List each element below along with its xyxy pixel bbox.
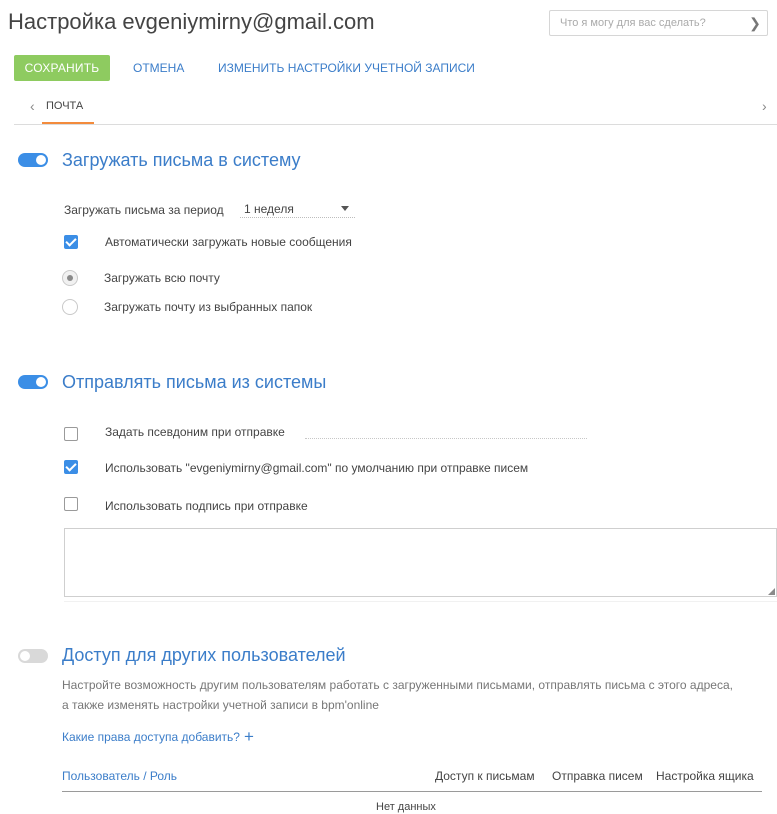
command-search[interactable]: ❯ — [549, 10, 768, 36]
default-sender-label: Использовать "evgeniymirny@gmail.com" по… — [105, 461, 529, 475]
signature-editor[interactable] — [64, 528, 777, 597]
access-section-title: Доступ для других пользователей — [62, 645, 346, 665]
th-mailbox-settings[interactable]: Настройка ящика — [656, 769, 754, 783]
send-mail-section-title: Отправлять письма из системы — [62, 372, 327, 392]
alias-input[interactable] — [305, 438, 587, 439]
th-mail-access[interactable]: Доступ к письмам — [435, 769, 535, 783]
caret-down-icon — [341, 206, 349, 211]
tabbar-divider — [14, 124, 777, 125]
add-access-label[interactable]: Какие права доступа добавить? — [62, 730, 240, 744]
plus-icon[interactable]: + — [244, 728, 254, 745]
toggle-knob — [20, 651, 30, 661]
default-sender-checkbox[interactable] — [64, 460, 78, 474]
add-access-link[interactable]: Какие права доступа добавить? + — [62, 728, 254, 745]
command-search-input[interactable] — [550, 11, 743, 35]
signature-textarea[interactable] — [64, 528, 777, 597]
load-all-mail-radio[interactable] — [62, 270, 78, 286]
toggle-knob — [36, 155, 46, 165]
page-title: Настройка evgeniymirny@gmail.com — [8, 9, 375, 34]
signature-checkbox[interactable] — [64, 497, 78, 511]
tab-mail[interactable]: ПОЧТА — [46, 100, 83, 112]
cancel-button[interactable]: ОТМЕНА — [133, 55, 184, 81]
chevron-right-icon[interactable]: ❯ — [743, 15, 767, 32]
load-mail-toggle[interactable] — [18, 153, 48, 167]
toggle-knob — [36, 377, 46, 387]
load-selected-folders-radio[interactable] — [62, 299, 78, 315]
load-period-value: 1 неделя — [244, 202, 294, 216]
table-header-divider — [62, 791, 762, 792]
save-button[interactable]: СОХРАНИТЬ — [14, 55, 110, 81]
load-period-select[interactable]: 1 неделя — [240, 200, 355, 218]
resize-handle-icon[interactable] — [768, 588, 775, 595]
access-toggle[interactable] — [18, 649, 48, 663]
th-send-mail[interactable]: Отправка писем — [552, 769, 643, 783]
send-mail-toggle[interactable] — [18, 375, 48, 389]
th-user-role[interactable]: Пользователь / Роль — [62, 769, 177, 783]
alias-checkbox[interactable] — [64, 427, 78, 441]
auto-load-label: Автоматически загружать новые сообщения — [105, 235, 352, 249]
load-all-mail-label: Загружать всю почту — [104, 271, 220, 285]
edit-account-settings-button[interactable]: ИЗМЕНИТЬ НАСТРОЙКИ УЧЕТНОЙ ЗАПИСИ — [218, 55, 475, 81]
load-mail-section-title: Загружать письма в систему — [62, 150, 301, 170]
load-period-label: Загружать письма за период — [64, 203, 224, 217]
divider — [64, 601, 777, 602]
load-selected-folders-label: Загружать почту из выбранных папок — [104, 300, 313, 314]
chevron-left-icon[interactable]: ‹ — [30, 98, 35, 114]
auto-load-checkbox[interactable] — [64, 235, 78, 249]
alias-label: Задать псевдоним при отправке — [105, 425, 285, 439]
chevron-right-icon[interactable]: › — [762, 98, 767, 114]
access-description-line2: а также изменять настройки учетной запис… — [62, 698, 379, 712]
access-description-line1: Настройте возможность другим пользовател… — [62, 678, 733, 692]
empty-table-message: Нет данных — [376, 801, 436, 813]
signature-label: Использовать подпись при отправке — [105, 499, 308, 513]
